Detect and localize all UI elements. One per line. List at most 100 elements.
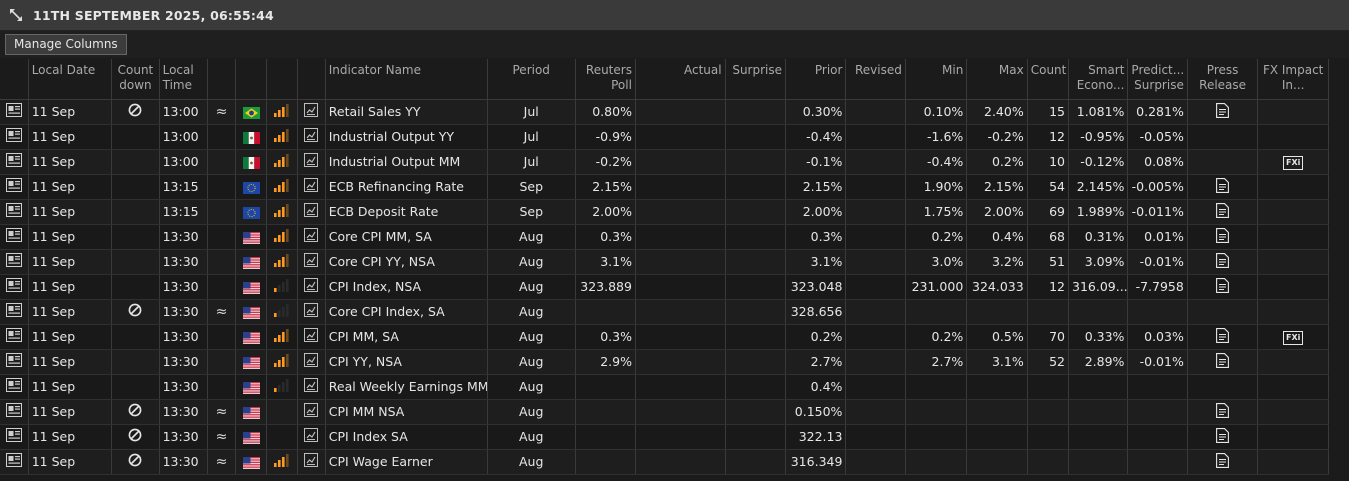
table-row[interactable]: 11 Sep 13:30 ≈ Core CPI Index, SA Aug 328.656 (0, 299, 1329, 325)
chart-cell[interactable] (297, 424, 326, 450)
indicator-name[interactable]: CPI Index, NSA (325, 274, 488, 300)
chart-icon[interactable] (304, 128, 319, 145)
indicator-name[interactable]: ECB Refinancing Rate (325, 174, 488, 200)
col-header-indicator-name[interactable]: Indicator Name (325, 59, 488, 100)
press-release[interactable] (1187, 449, 1259, 475)
indicator-name[interactable]: Core CPI YY, NSA (325, 249, 488, 275)
news-doc-icon[interactable] (5, 228, 22, 245)
indicator-name[interactable]: CPI MM, SA (325, 324, 488, 350)
table-row[interactable]: 11 Sep 13:30 Core CPI YY, NSA Aug 3.1% 3.1% 3.… (0, 249, 1329, 275)
col-header-surprise[interactable]: Surprise (725, 59, 787, 100)
indicator-name[interactable]: CPI YY, NSA (325, 349, 488, 375)
news-doc-icon[interactable] (5, 253, 22, 270)
col-header-prior[interactable]: Prior (785, 59, 847, 100)
scrollbar-track[interactable] (1331, 59, 1349, 481)
press-release[interactable] (1187, 149, 1259, 175)
doc-icon[interactable] (0, 149, 29, 175)
chart-cell[interactable] (297, 224, 326, 250)
chart-icon[interactable] (304, 153, 319, 170)
doc-icon[interactable] (0, 449, 29, 475)
col-header-period[interactable]: Period (487, 59, 576, 100)
chart-icon[interactable] (304, 378, 319, 395)
press-release[interactable] (1187, 124, 1259, 150)
press-release-icon[interactable] (1216, 427, 1230, 446)
col-header-actual[interactable]: Actual (635, 59, 726, 100)
table-row[interactable]: 11 Sep 13:00 Industrial Output YY Jul -0.9% -… (0, 124, 1329, 150)
press-release-icon[interactable] (1216, 327, 1230, 346)
press-release[interactable] (1187, 399, 1259, 425)
news-doc-icon[interactable] (5, 403, 22, 420)
chart-cell[interactable] (297, 249, 326, 275)
indicator-name[interactable]: Industrial Output YY (325, 124, 488, 150)
indicator-name[interactable]: CPI MM NSA (325, 399, 488, 425)
news-doc-icon[interactable] (5, 178, 22, 195)
news-doc-icon[interactable] (5, 153, 22, 170)
chart-icon[interactable] (304, 278, 319, 295)
chart-icon[interactable] (304, 103, 319, 120)
chart-cell[interactable] (297, 449, 326, 475)
chart-icon[interactable] (304, 228, 319, 245)
col-header-press-release[interactable]: Press Release (1187, 59, 1259, 100)
press-release[interactable] (1187, 349, 1259, 375)
chart-cell[interactable] (297, 399, 326, 425)
chart-cell[interactable] (297, 274, 326, 300)
doc-icon[interactable] (0, 274, 29, 300)
table-row[interactable]: 11 Sep 13:30 ≈ CPI MM NSA Aug 0.150% (0, 399, 1329, 425)
doc-icon[interactable] (0, 224, 29, 250)
col-header-countdown[interactable]: Count down (111, 59, 160, 100)
col-header-local-time[interactable]: Local Time (159, 59, 208, 100)
col-header-local-date[interactable]: Local Date (28, 59, 113, 100)
doc-icon[interactable] (0, 349, 29, 375)
indicator-name[interactable]: Industrial Output MM (325, 149, 488, 175)
doc-icon[interactable] (0, 324, 29, 350)
chart-icon[interactable] (304, 303, 319, 320)
table-row[interactable]: 11 Sep 13:00 Industrial Output MM Jul -0.2% -… (0, 149, 1329, 175)
news-doc-icon[interactable] (5, 428, 22, 445)
press-release[interactable] (1187, 324, 1259, 350)
press-release-icon[interactable] (1216, 102, 1230, 121)
chart-cell[interactable] (297, 149, 326, 175)
doc-icon[interactable] (0, 99, 29, 125)
manage-columns-button[interactable]: Manage Columns (5, 34, 127, 55)
chart-icon[interactable] (304, 253, 319, 270)
press-release-icon[interactable] (1216, 402, 1230, 421)
table-row[interactable]: 11 Sep 13:15 ECB Deposit Rate Sep 2.00% 2.00%… (0, 199, 1329, 225)
news-doc-icon[interactable] (5, 303, 22, 320)
chart-cell[interactable] (297, 199, 326, 225)
press-release-icon[interactable] (1216, 277, 1230, 296)
doc-icon[interactable] (0, 299, 29, 325)
press-release[interactable] (1187, 299, 1259, 325)
expand-arrows-icon[interactable] (3, 2, 29, 28)
chart-icon[interactable] (304, 403, 319, 420)
fx-impact[interactable]: FXi (1257, 149, 1329, 175)
news-doc-icon[interactable] (5, 203, 22, 220)
chart-icon[interactable] (304, 328, 319, 345)
indicator-name[interactable]: CPI Wage Earner (325, 449, 488, 475)
indicator-name[interactable]: CPI Index SA (325, 424, 488, 450)
news-doc-icon[interactable] (5, 453, 22, 470)
doc-icon[interactable] (0, 249, 29, 275)
table-row[interactable]: 11 Sep 13:30 CPI Index, NSA Aug 323.889 323.0… (0, 274, 1329, 300)
doc-icon[interactable] (0, 424, 29, 450)
chart-cell[interactable] (297, 324, 326, 350)
doc-icon[interactable] (0, 374, 29, 400)
press-release-icon[interactable] (1216, 202, 1230, 221)
col-header-reuters-poll[interactable]: Reuters Poll (575, 59, 636, 100)
press-release[interactable] (1187, 174, 1259, 200)
chart-cell[interactable] (297, 349, 326, 375)
fx-impact-badge[interactable]: FXi (1282, 156, 1304, 170)
col-header-max[interactable]: Max (966, 59, 1028, 100)
table-row[interactable]: 11 Sep 13:00 ≈ Retail Sales YY Jul 0.80% 0.30%… (0, 99, 1329, 125)
fx-impact[interactable]: FXi (1257, 324, 1329, 350)
news-doc-icon[interactable] (5, 328, 22, 345)
col-header-predict-surprise[interactable]: Predict... Surprise (1127, 59, 1188, 100)
col-header-count[interactable]: Count (1027, 59, 1070, 100)
table-row[interactable]: 11 Sep 13:30 Real Weekly Earnings MM Aug 0.4… (0, 374, 1329, 400)
table-row[interactable]: 11 Sep 13:30 CPI MM, SA Aug 0.3% 0.2% 0.2% 0.5%… (0, 324, 1329, 350)
indicator-name[interactable]: ECB Deposit Rate (325, 199, 488, 225)
press-release[interactable] (1187, 99, 1259, 125)
chart-icon[interactable] (304, 178, 319, 195)
press-release[interactable] (1187, 199, 1259, 225)
col-header-revised[interactable]: Revised (845, 59, 906, 100)
doc-icon[interactable] (0, 399, 29, 425)
